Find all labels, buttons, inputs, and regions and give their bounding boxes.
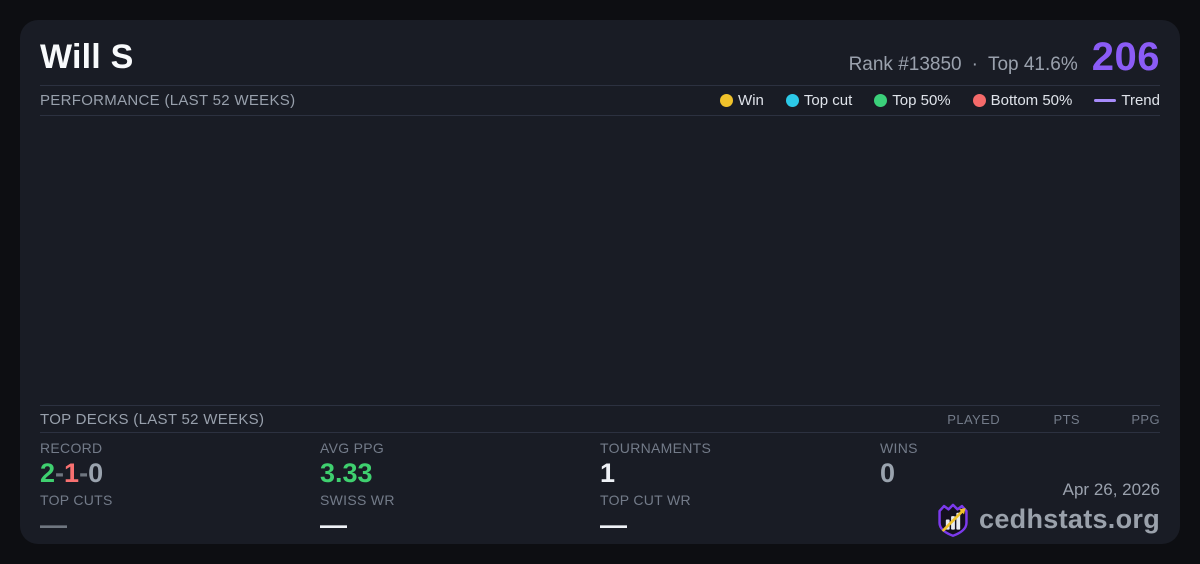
legend-label: Trend bbox=[1121, 92, 1160, 109]
record-draws: 0 bbox=[88, 458, 104, 488]
performance-title: PERFORMANCE (LAST 52 WEEKS) bbox=[40, 92, 296, 109]
record-losses: 1 bbox=[64, 458, 80, 488]
legend-item-win: Win bbox=[720, 92, 764, 109]
stat-tournaments: TOURNAMENTS 1 bbox=[600, 440, 880, 492]
top-percent-label: Top 41.6% bbox=[987, 54, 1078, 75]
stat-top-cut-wr: TOP CUT WR — bbox=[600, 492, 880, 544]
rank-summary: Rank #13850 · Top 41.6% 206 bbox=[849, 35, 1160, 80]
stat-label: SWISS WR bbox=[320, 492, 395, 508]
card-footer: Apr 26, 2026 cedhstats.org bbox=[935, 480, 1160, 538]
legend-item-top50: Top 50% bbox=[874, 92, 951, 109]
stat-avg-ppg: AVG PPG 3.33 bbox=[320, 440, 600, 492]
performance-chart-empty bbox=[40, 116, 1160, 405]
deck-table-columns: PLAYED PTS PPG bbox=[920, 412, 1160, 427]
stat-label: WINS bbox=[880, 440, 918, 456]
record-value: 2-1-0 bbox=[40, 460, 320, 487]
card-header: Will S Rank #13850 · Top 41.6% 206 bbox=[40, 20, 1160, 85]
stat-top-cuts: TOP CUTS — bbox=[40, 492, 320, 544]
record-sep: - bbox=[55, 458, 65, 488]
tournaments-value: 1 bbox=[600, 458, 616, 488]
top-cut-wr-value: — bbox=[600, 510, 627, 540]
stat-swiss-wr: SWISS WR — bbox=[320, 492, 600, 544]
stat-label: RECORD bbox=[40, 440, 103, 456]
top50-dot-icon bbox=[874, 94, 888, 107]
column-ppg: PPG bbox=[1131, 411, 1160, 427]
column-pts: PTS bbox=[1053, 411, 1080, 427]
legend-label: Bottom 50% bbox=[990, 92, 1073, 109]
page-title: Will S bbox=[40, 38, 134, 76]
rank-text: Rank #13850 · Top 41.6% bbox=[849, 54, 1078, 76]
record-sep: - bbox=[79, 458, 89, 488]
bottom50-dot-icon bbox=[972, 94, 986, 107]
cedhstats-logo-icon bbox=[938, 503, 968, 537]
elo-score: 206 bbox=[1091, 35, 1160, 79]
top-cuts-value: — bbox=[40, 510, 67, 540]
rank-label: Rank #13850 bbox=[848, 54, 962, 75]
legend-item-bottom50: Bottom 50% bbox=[972, 92, 1073, 109]
stat-record: RECORD 2-1-0 bbox=[40, 440, 320, 492]
performance-header: PERFORMANCE (LAST 52 WEEKS) Win Top cut … bbox=[40, 86, 1160, 115]
legend-item-trend: Trend bbox=[1094, 92, 1160, 109]
stat-label: AVG PPG bbox=[320, 440, 385, 456]
stat-label: TOP CUT WR bbox=[600, 492, 691, 508]
site-name: cedhstats.org bbox=[979, 504, 1160, 534]
chart-legend: Win Top cut Top 50% Bottom 50% Trend bbox=[720, 92, 1160, 109]
legend-label: Top cut bbox=[803, 92, 853, 109]
avg-ppg-value: 3.33 bbox=[320, 458, 373, 488]
trend-line-icon bbox=[1094, 99, 1117, 102]
record-wins: 2 bbox=[40, 458, 56, 488]
top-decks-title: TOP DECKS (LAST 52 WEEKS) bbox=[40, 410, 265, 428]
top-cut-dot-icon bbox=[785, 94, 799, 107]
rank-separator: · bbox=[971, 54, 978, 75]
win-dot-icon bbox=[720, 94, 734, 107]
legend-item-top-cut: Top cut bbox=[785, 92, 853, 109]
player-stats-card: Will S Rank #13850 · Top 41.6% 206 PERFO… bbox=[20, 20, 1180, 544]
generated-date: Apr 26, 2026 bbox=[1062, 480, 1160, 499]
swiss-wr-value: — bbox=[320, 510, 347, 540]
brand-row: cedhstats.org bbox=[935, 501, 1160, 538]
stat-label: TOURNAMENTS bbox=[600, 440, 712, 456]
column-played: PLAYED bbox=[947, 411, 1000, 427]
legend-label: Top 50% bbox=[892, 92, 951, 109]
stat-label: TOP CUTS bbox=[40, 492, 113, 508]
legend-label: Win bbox=[738, 92, 764, 109]
top-decks-header: TOP DECKS (LAST 52 WEEKS) PLAYED PTS PPG bbox=[40, 406, 1160, 432]
